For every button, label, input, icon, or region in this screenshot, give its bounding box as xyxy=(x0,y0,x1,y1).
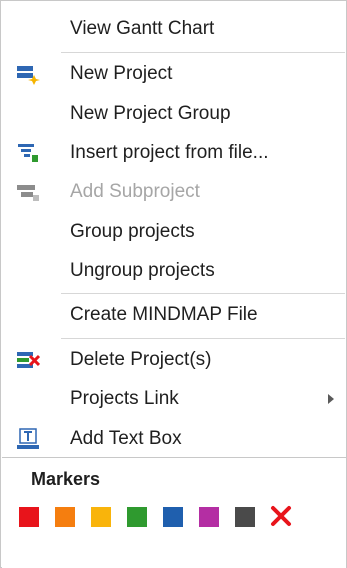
menu-item-label: Group projects xyxy=(70,221,195,242)
menu-item-ungroup-projects[interactable]: Ungroup projects xyxy=(2,253,346,289)
marker-yellow[interactable] xyxy=(91,507,111,527)
menu-item-projects-link[interactable]: Projects Link xyxy=(2,381,346,417)
menu-item-label: Create MINDMAP File xyxy=(70,304,258,325)
menu-separator xyxy=(61,293,345,294)
add-subproject-icon xyxy=(16,181,40,203)
marker-purple[interactable] xyxy=(199,507,219,527)
submenu-arrow-icon xyxy=(328,394,334,404)
marker-dark-gray[interactable] xyxy=(235,507,255,527)
menu-item-label: Insert project from file... xyxy=(70,142,269,163)
delete-project-icon xyxy=(16,349,41,371)
menu-item-label: Add Text Box xyxy=(70,428,182,449)
menu-item-label: Delete Project(s) xyxy=(70,349,212,370)
menu-item-label: Ungroup projects xyxy=(70,260,215,281)
markers-title: Markers xyxy=(31,469,101,489)
menu-item-label: New Project Group xyxy=(70,103,231,124)
marker-orange[interactable] xyxy=(55,507,75,527)
clear-marker-icon[interactable] xyxy=(269,504,293,528)
menu-item-insert-project-from-file[interactable]: Insert project from file... xyxy=(2,135,346,171)
menu-item-new-project-group[interactable]: New Project Group xyxy=(2,96,346,132)
marker-red[interactable] xyxy=(19,507,39,527)
new-project-icon xyxy=(16,63,40,85)
menu-item-group-projects[interactable]: Group projects xyxy=(2,214,346,250)
menu-item-new-project[interactable]: New Project xyxy=(2,56,346,92)
context-menu: View Gantt Chart New Project New Project… xyxy=(0,0,347,568)
menu-item-label: View Gantt Chart xyxy=(70,18,215,39)
menu-item-delete-projects[interactable]: Delete Project(s) xyxy=(2,342,346,378)
menu-item-view-gantt-chart[interactable]: View Gantt Chart xyxy=(2,11,346,47)
menu-item-create-mindmap-file[interactable]: Create MINDMAP File xyxy=(2,297,346,333)
menu-separator xyxy=(61,52,345,53)
menu-separator xyxy=(61,338,345,339)
menu-item-add-text-box[interactable]: Add Text Box xyxy=(2,421,346,457)
menu-item-add-subproject[interactable]: Add Subproject xyxy=(2,174,346,210)
text-box-icon xyxy=(16,428,40,450)
menu-item-label: Add Subproject xyxy=(70,181,200,202)
marker-blue[interactable] xyxy=(163,507,183,527)
menu-item-label: New Project xyxy=(70,63,173,84)
markers-panel: Markers xyxy=(2,457,346,568)
insert-project-icon xyxy=(16,142,40,164)
marker-green[interactable] xyxy=(127,507,147,527)
menu-item-label: Projects Link xyxy=(70,388,179,409)
